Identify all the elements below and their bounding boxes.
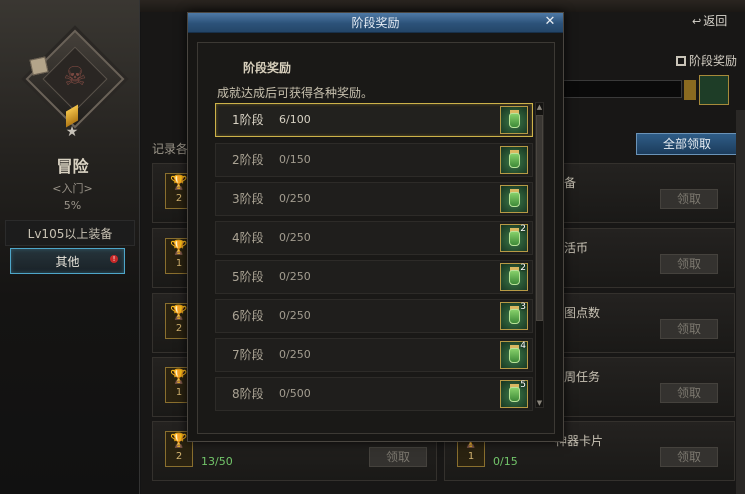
achievement-card: 通活币 领取: [545, 228, 735, 288]
close-icon[interactable]: ✕: [543, 14, 557, 30]
stage-progress: 0/250: [279, 231, 311, 244]
achievement-progress: 13/50: [201, 455, 233, 468]
back-button[interactable]: ↩ 返回: [692, 12, 727, 29]
stage-row[interactable]: 2阶段 0/150: [215, 143, 533, 177]
mode-title: 冒险: [56, 157, 89, 176]
green-potion-jar-icon[interactable]: 3: [500, 302, 528, 330]
stage-row[interactable]: 5阶段 0/250 2: [215, 260, 533, 294]
stage-name: 6阶段: [232, 309, 264, 323]
stage-reward-item-icon[interactable]: [699, 75, 729, 105]
stage-name: 4阶段: [232, 231, 264, 245]
achievement-progress: 0/15: [493, 455, 518, 468]
stage-row[interactable]: 1阶段 6/100: [215, 103, 533, 137]
category-label: 其他: [55, 254, 80, 269]
stage-progress: 0/500: [279, 387, 311, 400]
stage-progress-bar: [562, 80, 682, 98]
stage-progress: 0/250: [279, 192, 311, 205]
claim-button[interactable]: 领取: [660, 383, 718, 403]
claim-button[interactable]: 领取: [660, 319, 718, 339]
dialog-scrollbar[interactable]: ▲ ▼: [535, 102, 544, 408]
stage-name: 3阶段: [232, 192, 264, 206]
mode-percent: 5%: [63, 199, 82, 212]
achievement-card: 🏆 1: [152, 228, 193, 288]
achievement-card: 🏆 2: [152, 163, 193, 223]
progress-arrow-icon: [684, 80, 696, 100]
scrollbar-thumb[interactable]: [536, 115, 543, 321]
green-potion-jar-icon[interactable]: 5: [500, 380, 528, 408]
stage-row[interactable]: 6阶段 0/250 3: [215, 299, 533, 333]
green-potion-jar-icon[interactable]: [500, 106, 528, 134]
gift-icon: [676, 56, 686, 66]
scroll-icon: [29, 56, 49, 76]
stage-reward-label: 阶段奖励: [689, 54, 738, 68]
claim-button[interactable]: 领取: [369, 447, 427, 467]
stage-progress: 0/150: [279, 153, 311, 166]
achievement-card: 制图点数 领取: [545, 293, 735, 353]
dialog-title: 阶段奖励: [351, 16, 400, 30]
adventure-emblem: ☠: [25, 29, 125, 129]
green-potion-jar-icon[interactable]: [500, 185, 528, 213]
claim-button[interactable]: 领取: [660, 254, 718, 274]
claim-button[interactable]: 领取: [660, 447, 718, 467]
category-other[interactable]: 其他 !: [10, 248, 125, 274]
back-label: 返回: [703, 14, 728, 28]
scroll-up-icon[interactable]: ▲: [536, 103, 543, 111]
star-icon: ★: [65, 124, 79, 140]
category-lv105-equipment[interactable]: Lv105以上装备: [5, 220, 135, 246]
green-potion-jar-icon[interactable]: [500, 146, 528, 174]
return-arrow-icon: ↩: [692, 15, 702, 28]
stage-name: 1阶段: [232, 113, 264, 127]
stage-row[interactable]: 3阶段 0/250: [215, 182, 533, 216]
left-panel: ☠ ★ 冒险 <入门> 5% Lv105以上装备 其他 !: [0, 0, 140, 494]
scroll-down-icon[interactable]: ▼: [536, 399, 543, 407]
stage-progress: 0/250: [279, 270, 311, 283]
green-potion-jar-icon[interactable]: 2: [500, 263, 528, 291]
stage-row[interactable]: 7阶段 0/250 4: [215, 338, 533, 372]
stage-row[interactable]: 8阶段 0/500 5: [215, 377, 533, 411]
achievement-card: 🏆 1: [152, 357, 193, 417]
record-label: 记录各: [152, 142, 189, 156]
claim-all-button[interactable]: 全部领取: [636, 133, 738, 155]
green-potion-jar-icon[interactable]: 2: [500, 224, 528, 252]
stage-reward-link[interactable]: 阶段奖励: [676, 52, 737, 69]
achievement-card: 装备 领取: [545, 163, 735, 223]
green-potion-jar-icon[interactable]: 4: [500, 341, 528, 369]
dialog-header: 阶段奖励: [243, 61, 292, 75]
category-list: Lv105以上装备 其他 !: [5, 220, 135, 276]
right-scrollbar[interactable]: [736, 110, 745, 494]
skull-crest-icon: ☠: [63, 62, 87, 92]
stage-name: 5阶段: [232, 270, 264, 284]
stage-name: 8阶段: [232, 387, 264, 401]
stage-progress: 0/250: [279, 309, 311, 322]
stage-progress: 0/250: [279, 348, 311, 361]
dialog-titlebar[interactable]: 阶段奖励 ✕: [188, 13, 563, 33]
stage-name: 2阶段: [232, 153, 264, 167]
stage-progress: 6/100: [279, 113, 311, 126]
mode-subtitle: <入门>: [52, 182, 93, 195]
claim-button[interactable]: 领取: [660, 189, 718, 209]
stage-name: 7阶段: [232, 348, 264, 362]
achievement-card: 每周任务 领取: [545, 357, 735, 417]
stage-row[interactable]: 4阶段 0/250 2: [215, 221, 533, 255]
achievement-card: 🏆 2: [152, 293, 193, 353]
dialog-description: 成就达成后可获得各种奖励。: [217, 86, 374, 100]
category-label: Lv105以上装备: [27, 226, 113, 241]
alert-icon: !: [110, 255, 118, 263]
